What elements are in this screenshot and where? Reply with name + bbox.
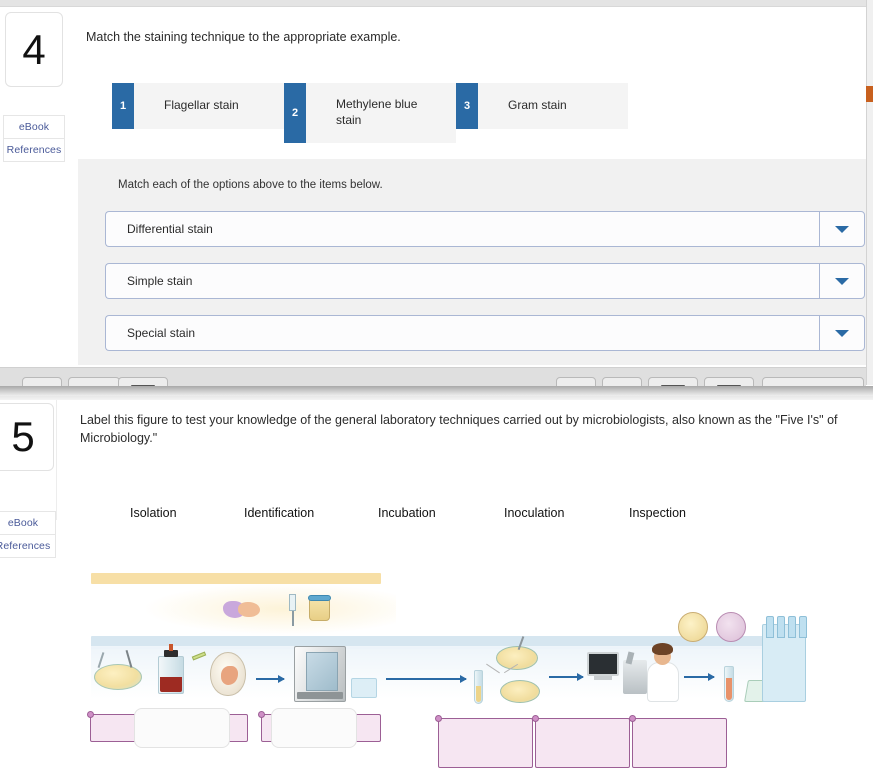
chevron-down-icon bbox=[835, 277, 849, 285]
scientist-hair-icon bbox=[652, 643, 673, 655]
word-bank-item-isolation[interactable]: Isolation bbox=[130, 506, 177, 520]
match-dropdown-1[interactable] bbox=[819, 211, 865, 247]
micrograph-icon-2 bbox=[716, 612, 746, 642]
word-bank-item-inspection[interactable]: Inspection bbox=[629, 506, 686, 520]
specimen-band bbox=[91, 573, 381, 584]
scientist-body-icon bbox=[647, 662, 679, 702]
test-strip-2 bbox=[777, 616, 785, 638]
culture-tube-fill bbox=[476, 686, 481, 702]
incubator-door bbox=[306, 652, 338, 692]
chevron-down-icon bbox=[835, 225, 849, 233]
question-5-side-buttons: eBook References bbox=[0, 511, 56, 558]
drop-zone-overlay-1[interactable] bbox=[134, 708, 230, 748]
drop-zone-5[interactable] bbox=[632, 718, 727, 768]
culture-bottle-icon bbox=[158, 656, 184, 694]
result-tube-icon bbox=[724, 666, 734, 702]
drop-anchor-1 bbox=[87, 711, 94, 718]
right-scrollbar-rail[interactable] bbox=[866, 0, 873, 385]
option-badge-2: 2 bbox=[284, 83, 306, 143]
flow-arrow-4 bbox=[684, 673, 715, 681]
option-chip-3[interactable]: 3 Gram stain bbox=[456, 83, 628, 129]
flow-arrow-1 bbox=[256, 675, 285, 683]
monitor-icon bbox=[587, 652, 619, 676]
micrograph-icon-1 bbox=[678, 612, 708, 642]
question-4-side-buttons: eBook References bbox=[3, 115, 65, 162]
incubator-base bbox=[297, 691, 343, 700]
test-strip-1 bbox=[766, 616, 774, 638]
word-bank-item-incubation[interactable]: Incubation bbox=[378, 506, 436, 520]
embryonated-egg-icon bbox=[210, 652, 246, 696]
lab-workflow-figure bbox=[86, 568, 807, 778]
test-strip-4 bbox=[799, 616, 807, 638]
question-number-5: 5 bbox=[0, 403, 54, 471]
incubator-racks-icon bbox=[351, 678, 377, 698]
culture-bottle-cap-icon bbox=[164, 650, 178, 657]
drop-zone-overlay-2[interactable] bbox=[271, 708, 357, 748]
match-instruction: Match each of the options above to the i… bbox=[118, 179, 383, 191]
word-bank-item-inoculation[interactable]: Inoculation bbox=[504, 506, 564, 520]
option-chip-list: 1 Flagellar stain 2 Methylene blue stain… bbox=[112, 83, 628, 143]
embryo-icon bbox=[221, 666, 238, 685]
match-row-list: Differential stain Simple stain Special … bbox=[105, 211, 865, 367]
match-area: Match each of the options above to the i… bbox=[78, 159, 866, 365]
option-badge-1: 1 bbox=[112, 83, 134, 129]
chevron-down-icon bbox=[835, 329, 849, 337]
ebook-button[interactable]: eBook bbox=[0, 511, 56, 535]
petri-dish-icon bbox=[94, 664, 142, 690]
hand-icon bbox=[238, 602, 260, 617]
match-label-2: Simple stain bbox=[105, 263, 819, 299]
option-label-3: Gram stain bbox=[508, 98, 567, 113]
question-5-prompt: Label this figure to test your knowledge… bbox=[80, 413, 838, 446]
option-chip-1[interactable]: 1 Flagellar stain bbox=[112, 83, 284, 129]
scroll-position-marker[interactable] bbox=[866, 86, 873, 102]
incubator-icon bbox=[294, 646, 346, 702]
match-label-3: Special stain bbox=[105, 315, 819, 351]
specimen-cup-icon bbox=[309, 599, 330, 621]
screenshot-root: 4 eBook References Match the staining te… bbox=[0, 0, 873, 778]
option-label-1: Flagellar stain bbox=[164, 98, 239, 113]
option-badge-3: 3 bbox=[456, 83, 478, 129]
flow-arrow-2 bbox=[386, 675, 467, 683]
match-dropdown-3[interactable] bbox=[819, 315, 865, 351]
match-row[interactable]: Simple stain bbox=[105, 263, 865, 299]
petri-dish-colonies-icon bbox=[496, 646, 538, 670]
specimen-band-glow bbox=[146, 584, 396, 634]
test-strip-3 bbox=[788, 616, 796, 638]
word-bank-item-identification[interactable]: Identification bbox=[244, 506, 314, 520]
syringe-icon bbox=[289, 594, 296, 611]
drop-anchor-2 bbox=[258, 711, 265, 718]
ebook-button[interactable]: eBook bbox=[3, 115, 65, 139]
drop-anchor-3 bbox=[435, 715, 442, 722]
monitor-stand bbox=[594, 676, 612, 680]
drop-anchor-4 bbox=[532, 715, 539, 722]
syringe-needle-icon bbox=[292, 611, 294, 626]
match-row[interactable]: Special stain bbox=[105, 315, 865, 351]
drop-zone-4[interactable] bbox=[535, 718, 630, 768]
references-button[interactable]: References bbox=[0, 535, 56, 558]
match-dropdown-2[interactable] bbox=[819, 263, 865, 299]
microscope-icon bbox=[623, 660, 647, 694]
word-bank: Isolation Identification Incubation Inoc… bbox=[86, 506, 786, 528]
specimen-cup-lid-icon bbox=[308, 595, 331, 601]
modal-footer-band bbox=[0, 367, 866, 391]
culture-tube-icon bbox=[474, 670, 483, 704]
flow-arrow-3 bbox=[549, 673, 584, 681]
question-4-panel: 4 eBook References Match the staining te… bbox=[0, 7, 866, 385]
match-row[interactable]: Differential stain bbox=[105, 211, 865, 247]
question-5-divider bbox=[56, 400, 57, 520]
result-tube-fill bbox=[726, 678, 732, 700]
references-button[interactable]: References bbox=[3, 139, 65, 162]
drop-zone-3[interactable] bbox=[438, 718, 533, 768]
drop-anchor-5 bbox=[629, 715, 636, 722]
match-label-1: Differential stain bbox=[105, 211, 819, 247]
option-chip-2[interactable]: 2 Methylene blue stain bbox=[284, 83, 456, 143]
modal-drop-shadow bbox=[0, 386, 873, 396]
question-4-prompt: Match the staining technique to the appr… bbox=[86, 30, 401, 44]
culture-bottle-medium bbox=[160, 677, 182, 692]
top-strip bbox=[0, 0, 873, 7]
culture-bottle-tip-icon bbox=[169, 644, 173, 651]
petri-dish-subculture-icon bbox=[500, 680, 540, 703]
option-label-2: Methylene blue stain bbox=[336, 97, 418, 127]
question-number-4: 4 bbox=[5, 12, 63, 87]
